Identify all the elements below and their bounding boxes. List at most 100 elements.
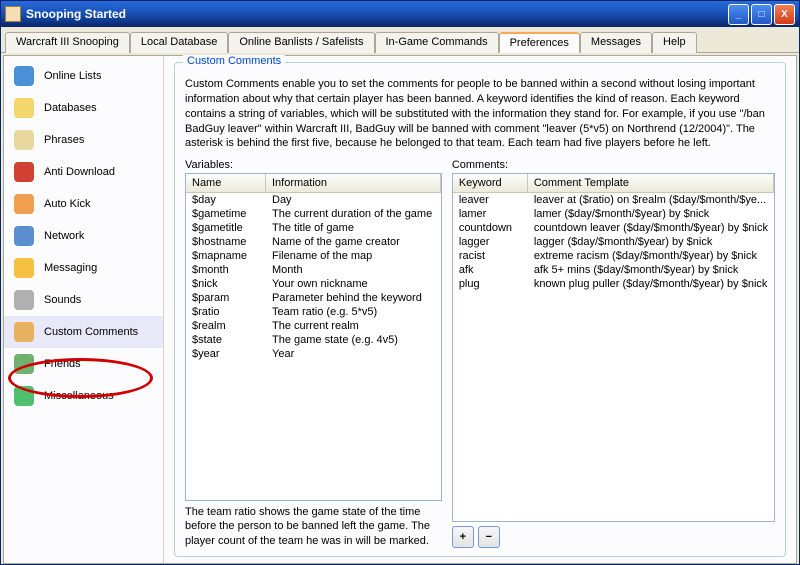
sidebar-item-messaging[interactable]: Messaging (4, 252, 163, 284)
tab-preferences[interactable]: Preferences (499, 32, 580, 53)
tab-messages[interactable]: Messages (580, 32, 652, 53)
sidebar-item-friends[interactable]: Friends (4, 348, 163, 380)
table-row[interactable]: countdowncountdown leaver ($day/$month/$… (453, 221, 774, 235)
comment-template: afk 5+ mins ($day/$month/$year) by $nick (528, 263, 774, 277)
comment-keyword: lagger (453, 235, 528, 249)
sidebar-item-sounds[interactable]: Sounds (4, 284, 163, 316)
variable-info: Name of the game creator (266, 235, 441, 249)
table-row[interactable]: $paramParameter behind the keyword (186, 291, 441, 305)
variable-name: $param (186, 291, 266, 305)
variables-body: $dayDay$gametimeThe current duration of … (186, 193, 441, 500)
table-row[interactable]: $realmThe current realm (186, 319, 441, 333)
tab-warcraft-iii-snooping[interactable]: Warcraft III Snooping (5, 32, 130, 53)
people-icon (12, 192, 36, 216)
close-button[interactable]: X (774, 4, 795, 25)
sidebar-item-auto-kick[interactable]: Auto Kick (4, 188, 163, 220)
custom-comments-group: Custom Comments Custom Comments enable y… (174, 62, 786, 557)
variable-info: Month (266, 263, 441, 277)
comment-keyword: lamer (453, 207, 528, 221)
comment-template: leaver at ($ratio) on $realm ($day/$mont… (528, 193, 774, 207)
comments-buttons: + − (452, 526, 775, 548)
variable-info: Team ratio (e.g. 5*v5) (266, 305, 441, 319)
network-icon (12, 224, 36, 248)
variable-info: Filename of the map (266, 249, 441, 263)
chat-icon (12, 256, 36, 280)
titlebar: Snooping Started _ □ X (1, 1, 799, 27)
table-row[interactable]: $nickYour own nickname (186, 277, 441, 291)
scroll-icon (12, 128, 36, 152)
comments-label: Comments: (452, 159, 775, 171)
variable-name: $year (186, 347, 266, 361)
sidebar-item-anti-download[interactable]: Anti Download (4, 156, 163, 188)
table-row[interactable]: lamerlamer ($day/$month/$year) by $nick (453, 207, 774, 221)
comments-header: Keyword Comment Template (453, 174, 774, 193)
maximize-button[interactable]: □ (751, 4, 772, 25)
variable-name: $month (186, 263, 266, 277)
app-icon (5, 6, 21, 22)
remove-button[interactable]: − (478, 526, 500, 548)
variable-info: The game state (e.g. 4v5) (266, 333, 441, 347)
database-icon (12, 96, 36, 120)
variable-info: The title of game (266, 221, 441, 235)
variable-name: $gametitle (186, 221, 266, 235)
tab-local-database[interactable]: Local Database (130, 32, 228, 53)
table-row[interactable]: $hostnameName of the game creator (186, 235, 441, 249)
group-title: Custom Comments (183, 55, 285, 67)
table-row[interactable]: leaverleaver at ($ratio) on $realm ($day… (453, 193, 774, 207)
table-row[interactable]: $ratioTeam ratio (e.g. 5*v5) (186, 305, 441, 319)
variable-info: The current realm (266, 319, 441, 333)
sidebar-item-phrases[interactable]: Phrases (4, 124, 163, 156)
comments-column: Comments: Keyword Comment Template leave… (452, 159, 775, 548)
variable-info: Parameter behind the keyword (266, 291, 441, 305)
variables-col-name[interactable]: Name (186, 174, 266, 192)
sidebar-item-miscellaneous[interactable]: Miscellaneous (4, 380, 163, 412)
comments-col-keyword[interactable]: Keyword (453, 174, 528, 192)
variable-name: $hostname (186, 235, 266, 249)
table-row[interactable]: plugknown plug puller ($day/$month/$year… (453, 277, 774, 291)
comment-keyword: afk (453, 263, 528, 277)
sidebar-item-databases[interactable]: Databases (4, 92, 163, 124)
sidebar-item-online-lists[interactable]: Online Lists (4, 60, 163, 92)
table-row[interactable]: $gametitleThe title of game (186, 221, 441, 235)
minimize-button[interactable]: _ (728, 4, 749, 25)
table-row[interactable]: $mapnameFilename of the map (186, 249, 441, 263)
sidebar-item-label: Online Lists (44, 70, 101, 82)
tab-online-banlists-safelists[interactable]: Online Banlists / Safelists (228, 32, 374, 53)
table-row[interactable]: $gametimeThe current duration of the gam… (186, 207, 441, 221)
comment-template: lagger ($day/$month/$year) by $nick (528, 235, 774, 249)
sidebar-item-label: Phrases (44, 134, 84, 146)
add-button[interactable]: + (452, 526, 474, 548)
table-row[interactable]: laggerlagger ($day/$month/$year) by $nic… (453, 235, 774, 249)
comment-keyword: countdown (453, 221, 528, 235)
comments-body: leaverleaver at ($ratio) on $realm ($day… (453, 193, 774, 521)
table-row[interactable]: $stateThe game state (e.g. 4v5) (186, 333, 441, 347)
variable-name: $ratio (186, 305, 266, 319)
window-title: Snooping Started (26, 7, 726, 21)
sidebar-item-custom-comments[interactable]: Custom Comments (4, 316, 163, 348)
comments-list[interactable]: Keyword Comment Template leaverleaver at… (452, 173, 775, 522)
comment-template: known plug puller ($day/$month/$year) by… (528, 277, 774, 291)
tab-in-game-commands[interactable]: In-Game Commands (375, 32, 499, 53)
variables-list[interactable]: Name Information $dayDay$gametimeThe cur… (185, 173, 442, 501)
preferences-sidebar: Online Lists Databases Phrases Anti Downloa… (4, 56, 164, 563)
table-row[interactable]: $dayDay (186, 193, 441, 207)
table-row[interactable]: $monthMonth (186, 263, 441, 277)
sidebar-item-network[interactable]: Network (4, 220, 163, 252)
table-row[interactable]: racistextreme racism ($day/$month/$year)… (453, 249, 774, 263)
variable-info: The current duration of the game (266, 207, 441, 221)
variable-name: $nick (186, 277, 266, 291)
sidebar-item-label: Network (44, 230, 84, 242)
tab-help[interactable]: Help (652, 32, 697, 53)
sidebar-item-label: Messaging (44, 262, 97, 274)
table-row[interactable]: $yearYear (186, 347, 441, 361)
comments-col-template[interactable]: Comment Template (528, 174, 774, 192)
variable-name: $day (186, 193, 266, 207)
sidebar-item-label: Auto Kick (44, 198, 90, 210)
variable-name: $gametime (186, 207, 266, 221)
variables-col-info[interactable]: Information (266, 174, 441, 192)
blocked-icon (12, 160, 36, 184)
table-row[interactable]: afkafk 5+ mins ($day/$month/$year) by $n… (453, 263, 774, 277)
variable-name: $mapname (186, 249, 266, 263)
comment-keyword: plug (453, 277, 528, 291)
comment-template: lamer ($day/$month/$year) by $nick (528, 207, 774, 221)
